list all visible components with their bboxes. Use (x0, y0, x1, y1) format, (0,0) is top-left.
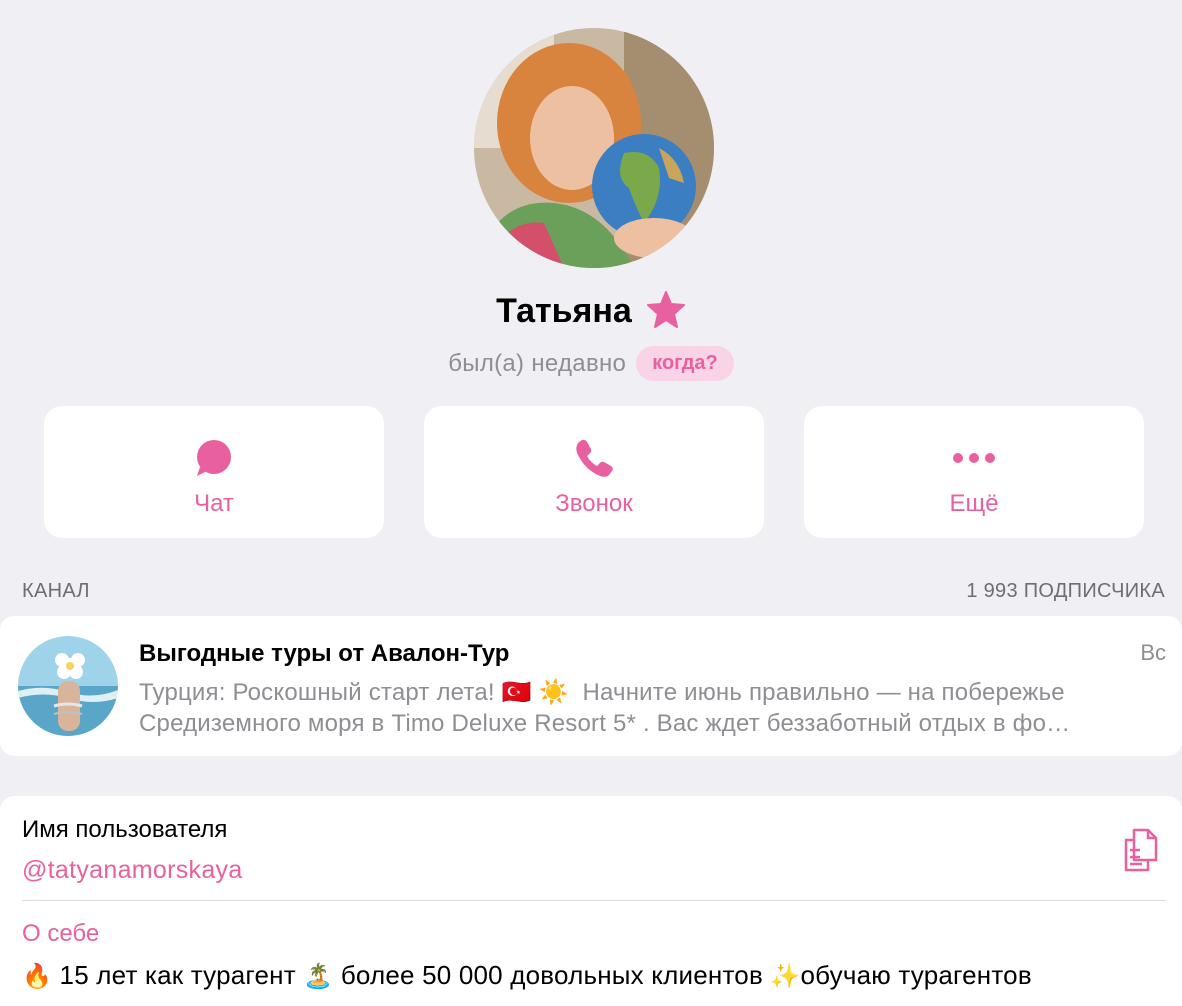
channel-date: Вс (1140, 640, 1166, 665)
fire-icon: 🔥 (22, 963, 53, 990)
turkey-flag-icon: 🇹🇷 (501, 679, 532, 706)
profile-avatar[interactable] (474, 28, 714, 268)
more-button[interactable]: Ещё (804, 406, 1144, 538)
copy-icon[interactable] (1120, 826, 1164, 874)
subscribers-count: 1 993 ПОДПИСЧИКА (966, 580, 1165, 602)
username-label: Имя пользователя (22, 816, 228, 843)
profile-name: Татьяна (496, 292, 632, 330)
channel-avatar (18, 636, 118, 736)
last-seen-status: был(а) недавно (448, 349, 627, 377)
channel-item[interactable]: Выгодные туры от Авалон-Тур Вс Турция: Р… (0, 616, 1182, 756)
premium-star-icon[interactable] (646, 290, 686, 333)
sparkles-icon: ✨ (770, 963, 801, 990)
call-button-label: Звонок (555, 490, 633, 517)
about-text: 🔥 15 лет как турагент 🏝️ более 50 000 до… (22, 960, 1032, 990)
info-card: Имя пользователя @tatyanamorskaya О себе… (0, 796, 1182, 1006)
chat-bubble-icon (197, 440, 231, 476)
channel-preview-line-2: Средиземного моря в Timo Deluxe Resort 5… (139, 710, 1071, 737)
island-icon: 🏝️ (303, 963, 334, 990)
about-label: О себе (22, 920, 100, 947)
chat-button-label: Чат (194, 490, 234, 517)
channel-preview-line-1: Турция: Роскошный старт лета! 🇹🇷 ☀️ Начн… (139, 679, 1065, 706)
more-dots-icon (953, 453, 995, 463)
channel-section-title: КАНАЛ (22, 580, 90, 602)
sun-icon: ☀️ (538, 679, 569, 706)
profile-photo (474, 28, 714, 268)
more-button-label: Ещё (949, 490, 999, 517)
username-value[interactable]: @tatyanamorskaya (22, 856, 243, 885)
call-button[interactable]: Звонок (424, 406, 764, 538)
channel-title: Выгодные туры от Авалон-Тур (139, 640, 510, 667)
divider (22, 900, 1166, 901)
phone-icon (576, 439, 613, 477)
when-button[interactable]: когда? (636, 346, 734, 381)
chat-button[interactable]: Чат (44, 406, 384, 538)
